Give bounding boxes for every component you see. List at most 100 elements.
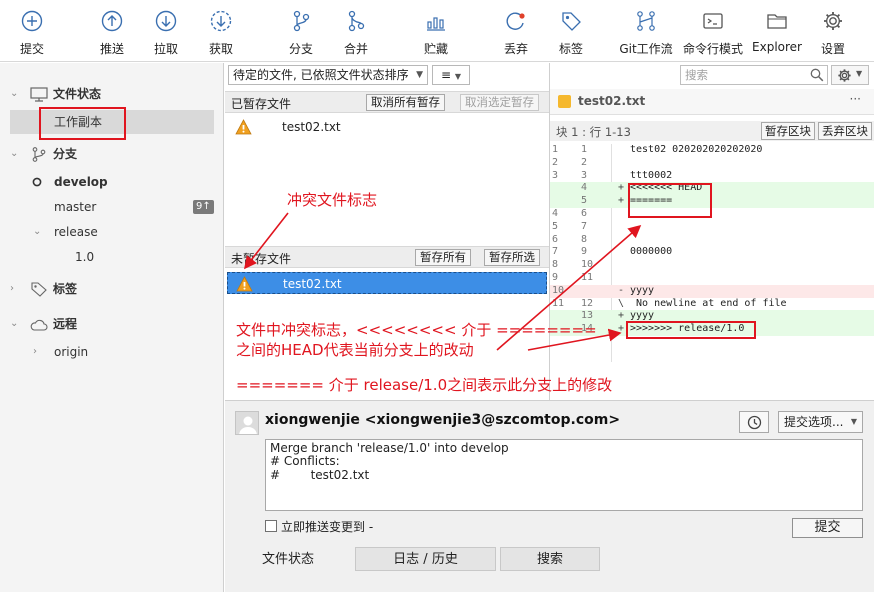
stash-button[interactable]: 贮藏	[412, 0, 460, 62]
diff-marker: -	[618, 284, 625, 296]
branch-button-label: 分支	[288, 42, 313, 56]
commit-author: xiongwenjie <xiongwenjie3@szcomtop.com>	[265, 412, 621, 428]
cloud-icon	[30, 319, 48, 331]
settings-button[interactable]: 设置	[810, 0, 856, 62]
commit-options-button[interactable]: 提交选项... ▼	[778, 411, 863, 433]
stage-hunk-button[interactable]: 暂存区块	[761, 122, 815, 140]
commit-message-line: Merge branch 'release/1.0' into develop	[270, 441, 509, 455]
diff-options-button[interactable]: ▼	[831, 65, 869, 85]
pull-button[interactable]: 拉取	[142, 0, 190, 62]
commit-button[interactable]: 提交	[8, 0, 56, 62]
annotation-explain-2: 之间的HEAD代表当前分支上的改动	[236, 341, 474, 359]
chevron-down-icon: ▼	[416, 70, 423, 80]
diff-line: 9 11	[550, 272, 874, 285]
sidebar-tags-label: 标签	[53, 282, 78, 296]
diff-marker: +	[618, 310, 625, 322]
push-button[interactable]: 推送	[88, 0, 136, 62]
commit-button-label: 提交	[19, 42, 44, 56]
sidebar-tags[interactable]: › 标签	[0, 277, 224, 301]
branch-button[interactable]: 分支	[277, 0, 325, 62]
sidebar-item-master[interactable]: master 9↑	[0, 195, 224, 219]
clock-icon	[747, 415, 762, 430]
sidebar-remote[interactable]: ⌄ 远程	[0, 312, 224, 336]
diff-line: 46	[550, 208, 874, 221]
stage-selected-button[interactable]: 暂存所选	[484, 249, 540, 266]
user-icon	[239, 416, 257, 434]
diff-line: 7 9 0000000	[550, 246, 874, 259]
sidebar-item-develop[interactable]: develop	[0, 170, 224, 194]
search-input[interactable]: 搜索	[680, 65, 828, 85]
old-line-number: 10	[552, 284, 565, 296]
diff-panel: 搜索 ▼ test02.txt ··· 块 1 : 行 1-13 暂存区块 丢弃…	[549, 63, 874, 400]
avatar	[235, 411, 259, 435]
push-button-label: 推送	[99, 42, 124, 56]
diff-line-text: ttt0002	[630, 169, 673, 181]
chevron-down-icon: ⌄	[10, 318, 19, 329]
unstage-all-button[interactable]: 取消所有暂存	[366, 94, 445, 111]
sort-select[interactable]: 待定的文件, 已依照文件状态排序 ▼	[228, 65, 428, 85]
old-line-number: 2	[552, 156, 559, 168]
old-line-number: 3	[552, 169, 559, 181]
plus-circle-icon	[21, 10, 43, 32]
tag-button-label: 标签	[558, 42, 583, 56]
commit-message-input[interactable]: Merge branch 'release/1.0' into develop …	[265, 439, 863, 511]
stage-all-button[interactable]: 暂存所有	[415, 249, 471, 266]
git-flow-button[interactable]: Git工作流	[614, 0, 678, 62]
new-line-number: 6	[581, 208, 588, 219]
release-marker-highlight	[626, 321, 756, 339]
staged-file-row[interactable]: test02.txt	[227, 116, 547, 138]
sidebar-item-release-1-0[interactable]: 1.0	[0, 245, 224, 269]
sidebar-file-status[interactable]: ⌄ 文件状态	[0, 82, 224, 106]
tab-search[interactable]: 搜索	[500, 547, 600, 571]
chevron-down-icon: ⌄	[33, 226, 42, 237]
unstaged-file-row[interactable]: test02.txt	[227, 272, 547, 294]
chevron-right-icon: ›	[10, 283, 14, 294]
tab-log-history[interactable]: 日志 / 历史	[355, 547, 496, 571]
toolbar: 提交 推送 拉取 获取 分支 合并 贮藏 丢弃 标签 Git工作流 命令行模式	[0, 0, 874, 62]
tag-icon	[31, 282, 47, 297]
sidebar-item-origin[interactable]: › origin	[0, 340, 224, 364]
search-icon	[810, 68, 824, 82]
tag-button[interactable]: 标签	[547, 0, 595, 62]
discard-button[interactable]: 丢弃	[492, 0, 540, 62]
gear-icon	[838, 69, 851, 82]
annotation-explain-3: ======= 介于 release/1.0之间表示此分支上的修改	[236, 376, 613, 394]
diff-line: 1 1 test02 020202020202020	[550, 144, 874, 157]
sidebar-remote-label: 远程	[53, 317, 78, 331]
sidebar-branches[interactable]: ⌄ 分支	[0, 142, 224, 166]
new-line-number: 9	[581, 246, 588, 258]
sidebar-item-master-label: master	[54, 200, 97, 214]
stash-icon	[427, 17, 445, 31]
history-button[interactable]	[739, 411, 769, 433]
submit-commit-button[interactable]: 提交	[792, 518, 863, 538]
discard-hunk-button[interactable]: 丢弃区块	[818, 122, 872, 140]
merge-button-label: 合并	[343, 42, 368, 56]
diff-marker: +	[618, 323, 625, 335]
diff-line: 4 + <<<<<<< HEAD	[550, 182, 874, 196]
unstage-selected-button[interactable]: 取消选定暂存	[460, 94, 539, 111]
view-mode-button[interactable]: ≡ ▼	[432, 65, 470, 85]
staged-header: 已暂存文件 取消所有暂存 取消选定暂存	[225, 91, 549, 113]
diff-line: 10 - yyyy	[550, 284, 874, 298]
new-line-number: 4	[581, 182, 588, 194]
terminal-button[interactable]: 命令行模式	[680, 0, 746, 62]
old-line-number: 8	[552, 259, 559, 271]
unstaged-file-name: test02.txt	[283, 277, 342, 291]
diff-file-header: test02.txt ···	[550, 89, 874, 115]
push-checkbox[interactable]	[265, 520, 277, 532]
git-flow-icon	[637, 11, 655, 31]
tab-file-status[interactable]: 文件状态	[235, 547, 341, 571]
fetch-circle-icon	[210, 10, 232, 32]
explorer-button[interactable]: Explorer	[750, 0, 804, 62]
diff-file-name: test02.txt	[578, 94, 646, 108]
sidebar-item-release[interactable]: ⌄ release	[0, 220, 224, 244]
stash-button-label: 贮藏	[423, 42, 448, 56]
conflict-warning-icon	[235, 119, 252, 135]
hunk-label: 块 1 : 行 1-13	[556, 125, 631, 139]
fetch-button[interactable]: 获取	[197, 0, 245, 62]
merge-button[interactable]: 合并	[332, 0, 380, 62]
new-line-number: 8	[581, 233, 588, 245]
ahead-count-badge: 9↑	[193, 200, 214, 214]
more-icon[interactable]: ···	[850, 92, 861, 106]
sidebar-branches-label: 分支	[53, 147, 78, 161]
